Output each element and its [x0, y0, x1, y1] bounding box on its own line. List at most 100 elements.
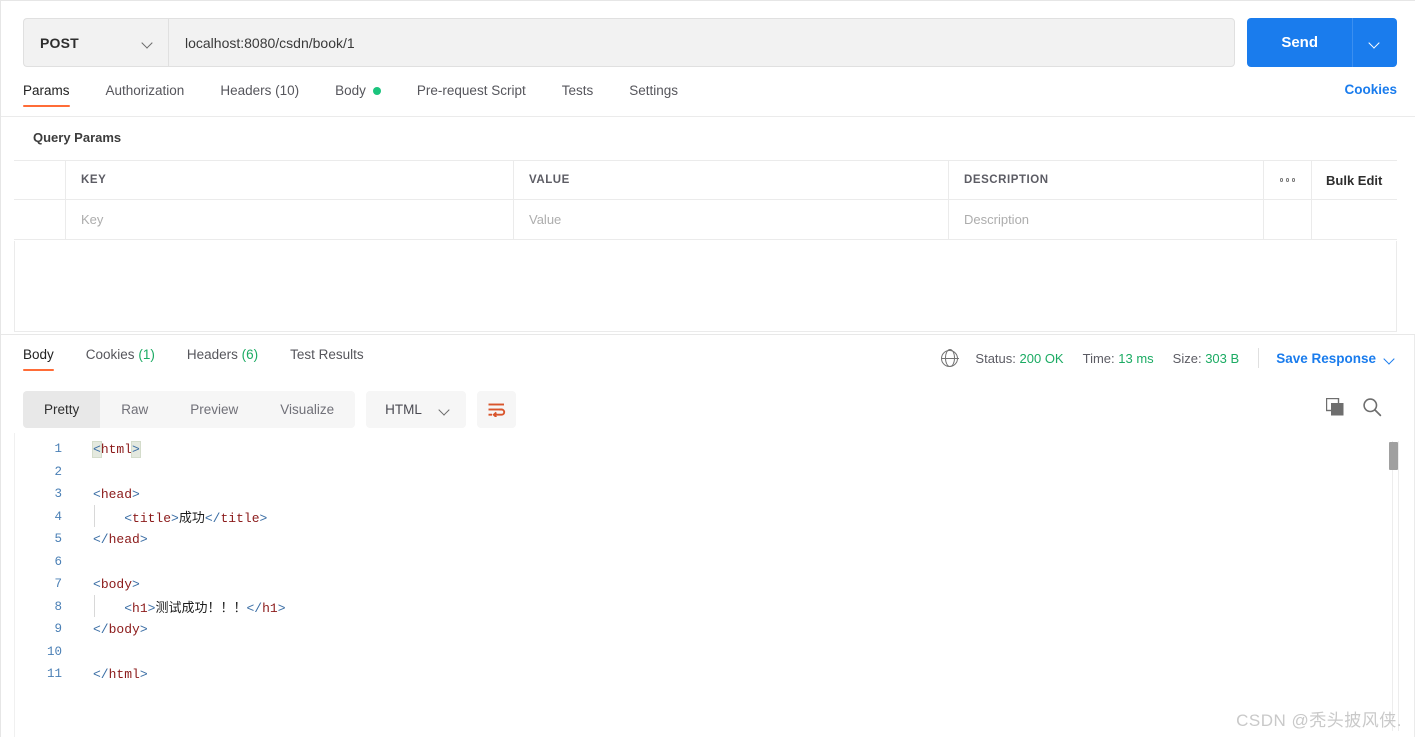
chevron-down-icon — [440, 406, 451, 413]
code-token: < — [93, 486, 101, 502]
query-params-title: Query Params — [33, 130, 122, 145]
select-all-cell[interactable] — [14, 161, 66, 199]
code-token: h1 — [132, 601, 148, 617]
time-label: Time: — [1082, 350, 1115, 366]
save-response-button[interactable]: Save Response — [1276, 351, 1396, 366]
tab-authorization[interactable]: Authorization — [106, 83, 185, 107]
line-number: 6 — [54, 554, 62, 569]
response-tab-headers[interactable]: Headers (6) — [187, 347, 258, 371]
line-number: 3 — [54, 487, 62, 502]
query-params-table: KEY VALUE DESCRIPTION Bulk Edit Key Valu… — [14, 160, 1397, 240]
response-tab-cookies[interactable]: Cookies (1) — [86, 347, 155, 371]
bulk-edit-label: Bulk Edit — [1326, 172, 1383, 188]
response-format-selector[interactable]: HTML — [366, 391, 466, 428]
param-value-input[interactable]: Value — [514, 200, 949, 239]
placeholder-text: Key — [81, 212, 104, 227]
table-options-button[interactable] — [1264, 161, 1312, 199]
tab-settings[interactable]: Settings — [629, 83, 678, 107]
tab-label: Cookies — [85, 347, 135, 362]
view-mode-preview[interactable]: Preview — [169, 391, 259, 428]
line-content: <title>成功</title> — [72, 505, 267, 528]
size-info: Size: 303 B — [1173, 351, 1240, 366]
tab-pre-request-script[interactable]: Pre-request Script — [417, 83, 526, 107]
line-number: 1 — [54, 442, 62, 457]
code-token: 测试成功！！！ — [155, 601, 247, 617]
param-key-input[interactable]: Key — [66, 200, 514, 239]
line-number: 8 — [54, 599, 62, 614]
code-line: 11 </html> — [14, 663, 1397, 686]
tab-label: Body — [23, 347, 54, 362]
code-token: > — [139, 531, 148, 547]
send-button[interactable]: Send — [1247, 18, 1352, 67]
request-url-bar: POST localhost:8080/csdn/book/1 Send — [23, 18, 1397, 67]
green-dot-icon — [372, 86, 381, 95]
code-token: < — [93, 576, 101, 592]
code-token: h1 — [262, 601, 278, 617]
tab-body[interactable]: Body — [335, 83, 381, 107]
chevron-down-icon — [1385, 355, 1396, 362]
line-content: <html> — [72, 440, 141, 458]
http-method-selector[interactable]: POST — [23, 18, 168, 67]
code-line: 6 — [14, 551, 1397, 574]
tab-tests[interactable]: Tests — [562, 83, 594, 107]
tab-headers[interactable]: Headers (10) — [220, 83, 299, 107]
request-empty-area — [14, 241, 1397, 332]
tab-label: Body — [335, 83, 366, 98]
row-checkbox-cell[interactable] — [14, 200, 66, 239]
param-description-input[interactable]: Description — [949, 200, 1264, 239]
copy-icon[interactable] — [1326, 397, 1345, 417]
cookies-link[interactable]: Cookies — [1344, 82, 1397, 97]
request-tab-bar: Params Authorization Headers (10) Body P… — [23, 82, 1397, 115]
word-wrap-button[interactable] — [476, 391, 516, 428]
url-input[interactable]: localhost:8080/csdn/book/1 — [168, 18, 1236, 67]
view-mode-pretty[interactable]: Pretty — [23, 391, 101, 428]
line-number: 10 — [46, 644, 62, 659]
code-token: > — [131, 440, 141, 458]
bulk-edit-button[interactable]: Bulk Edit — [1312, 161, 1397, 199]
ellipsis-icon — [1279, 178, 1296, 182]
line-content: <body> — [72, 577, 140, 592]
line-content: </head> — [72, 532, 148, 547]
code-token: > — [277, 601, 286, 617]
table-row: Key Value Description — [14, 200, 1397, 240]
view-mode-raw[interactable]: Raw — [100, 391, 169, 428]
tab-label: Tests — [561, 83, 594, 98]
code-token: < — [92, 440, 102, 458]
code-line: 7 <body> — [14, 573, 1397, 596]
response-tab-test-results[interactable]: Test Results — [290, 347, 364, 371]
time-value: 13 ms — [1118, 350, 1154, 366]
response-body-code[interactable]: 1 <html> 2 3 <head> 4 <title>成功</title> 5 </hea… — [14, 438, 1397, 737]
send-options-button[interactable] — [1352, 18, 1397, 67]
request-response-splitter[interactable] — [1, 334, 1415, 335]
column-label: VALUE — [529, 174, 570, 186]
code-token: body — [100, 576, 133, 592]
code-token: > — [171, 511, 179, 527]
indent-guide — [93, 595, 95, 618]
column-label: KEY — [81, 174, 107, 186]
view-mode-visualize[interactable]: Visualize — [259, 391, 355, 428]
code-token: > — [132, 576, 140, 592]
code-token: < — [124, 601, 133, 617]
tab-count: (1) — [138, 347, 155, 362]
code-token: </ — [246, 601, 263, 617]
code-scrollbar-thumb[interactable] — [1389, 442, 1398, 470]
column-label: DESCRIPTION — [964, 174, 1049, 186]
row-spacer-cell — [1264, 200, 1312, 239]
indent-guide — [93, 505, 95, 528]
response-meta-bar: Status: 200 OK Time: 13 ms Size: 303 B S… — [941, 348, 1396, 368]
save-response-label: Save Response — [1276, 350, 1376, 366]
response-tab-body[interactable]: Body — [23, 347, 54, 371]
status-info: Status: 200 OK — [975, 351, 1063, 366]
format-label: HTML — [385, 402, 422, 417]
tab-label: Settings — [629, 83, 678, 98]
search-icon[interactable] — [1362, 397, 1382, 417]
size-value: 303 B — [1205, 350, 1240, 366]
row-spacer-cell-2 — [1312, 200, 1397, 239]
line-number: 2 — [54, 464, 62, 479]
code-token: head — [100, 486, 133, 502]
tab-params[interactable]: Params — [23, 83, 70, 107]
code-scrollbar-track[interactable] — [1392, 441, 1399, 731]
line-number: 7 — [54, 577, 62, 592]
chevron-down-icon — [143, 39, 154, 46]
